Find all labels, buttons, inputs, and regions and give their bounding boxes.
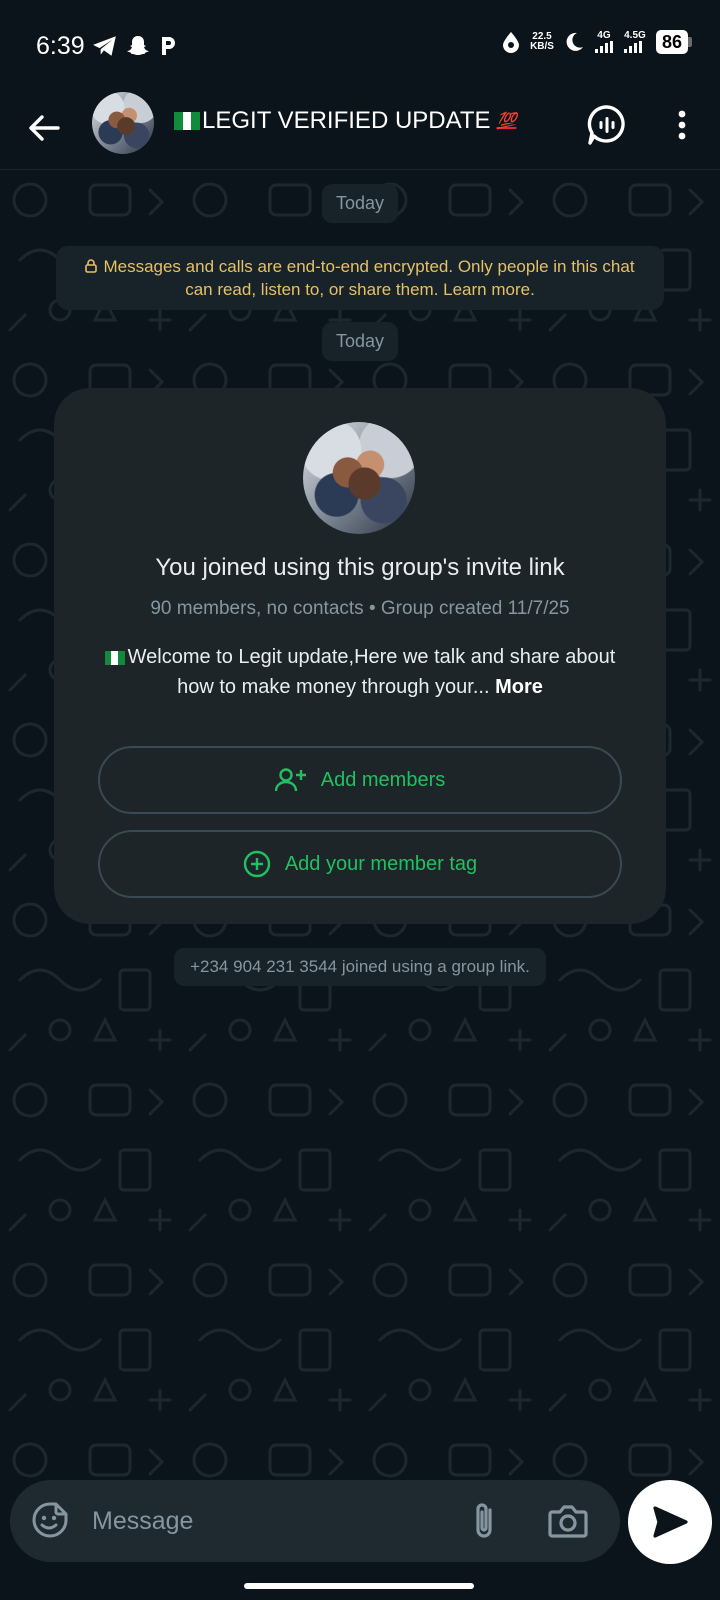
paperclip-icon [476, 1503, 492, 1538]
lock-icon [85, 259, 98, 273]
group-photo [303, 422, 415, 534]
encryption-notice-text: Messages and calls are end-to-end encryp… [103, 257, 635, 299]
add-member-tag-label: Add your member tag [284, 852, 478, 875]
chat-header: LEGIT VERIFIED UPDATE 💯 [0, 88, 720, 170]
date-chip: Today [321, 184, 399, 223]
add-members-label: Add members [320, 768, 446, 791]
arrow-left-icon [29, 115, 60, 141]
group-avatar[interactable] [92, 92, 154, 154]
add-circle-icon [243, 850, 271, 878]
network-type-1: 4G [597, 30, 611, 41]
voice-chat-icon [587, 105, 625, 145]
group-card-meta: 90 members, no contacts • Group created … [150, 598, 570, 619]
snapchat-icon [127, 36, 149, 55]
group-title-text: LEGIT VERIFIED UPDATE [202, 107, 491, 134]
camera-icon [548, 1505, 588, 1538]
group-info-card: You joined using this group's invite lin… [54, 388, 666, 924]
status-bar: 6:39 22.5 KB/S 4G 4.5G 86 [0, 0, 720, 88]
send-button[interactable] [628, 1480, 712, 1564]
telegram-icon [93, 36, 116, 56]
kebab-menu-icon [678, 110, 686, 140]
group-card-avatar[interactable] [303, 422, 415, 534]
date-chip: Today [321, 322, 399, 361]
more-options-button[interactable] [664, 102, 700, 148]
voice-chat-button[interactable] [584, 102, 630, 148]
network-type-2: 4.5G [624, 30, 646, 41]
nigeria-flag-icon [174, 112, 200, 130]
add-members-button[interactable]: Add members [98, 746, 622, 814]
network-speed-unit: KB/S [530, 41, 554, 52]
add-person-icon [274, 768, 306, 792]
camera-button[interactable] [546, 1500, 590, 1542]
home-indicator[interactable] [244, 1583, 474, 1589]
hundred-points-emoji: 💯 [496, 113, 517, 130]
signal-icon-1 [594, 41, 613, 53]
encryption-notice[interactable]: Messages and calls are end-to-end encryp… [56, 246, 664, 310]
sticker-button[interactable] [30, 1500, 70, 1540]
signal-icon-2 [623, 41, 642, 53]
nigeria-flag-icon [104, 650, 125, 665]
group-description: Welcome to Legit update,Here we talk and… [94, 642, 626, 702]
p-app-icon [162, 37, 175, 55]
message-compose-bar [10, 1480, 620, 1562]
battery-indicator: 86 [655, 30, 692, 54]
add-member-tag-button[interactable]: Add your member tag [98, 830, 622, 898]
chat-area[interactable]: Today Messages and calls are end-to-end … [0, 170, 720, 1485]
do-not-disturb-moon-icon [566, 32, 583, 51]
back-button[interactable] [22, 106, 66, 150]
description-more-link[interactable]: More [495, 676, 543, 698]
attach-button[interactable] [466, 1500, 506, 1542]
group-title[interactable]: LEGIT VERIFIED UPDATE 💯 [174, 107, 516, 135]
data-saver-icon [503, 32, 520, 53]
join-system-message: +234 904 231 3544 joined using a group l… [174, 948, 546, 986]
send-arrow-icon [653, 1506, 688, 1538]
group-photo [92, 92, 154, 154]
status-time: 6:39 [36, 32, 85, 60]
group-card-title: You joined using this group's invite lin… [155, 554, 565, 581]
sticker-smiley-icon [32, 1502, 68, 1538]
battery-level: 86 [655, 30, 688, 54]
message-input[interactable] [92, 1502, 452, 1540]
